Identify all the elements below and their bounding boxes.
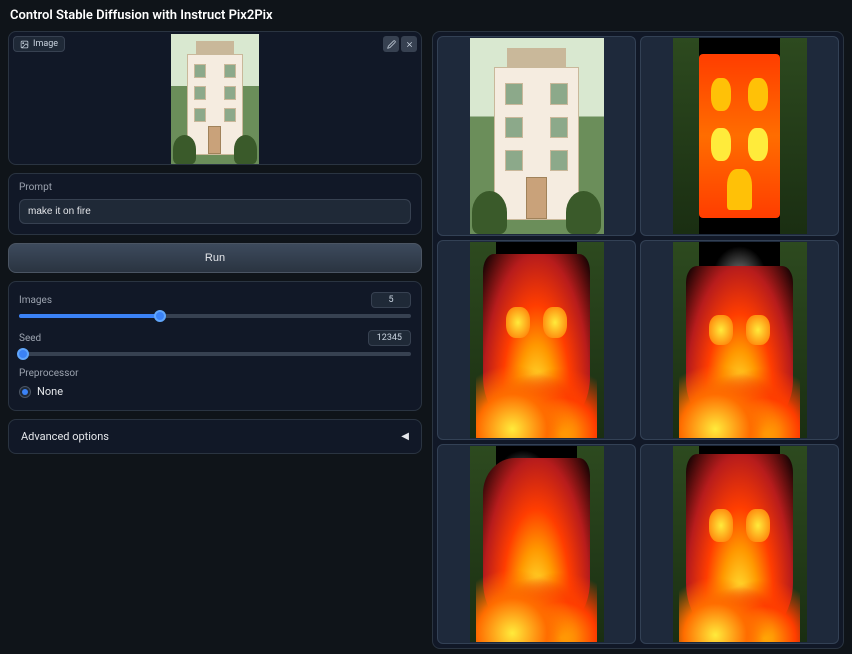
images-slider-group: Images 5 — [19, 292, 411, 318]
seed-slider-group: Seed 12345 — [19, 330, 411, 356]
input-image-preview[interactable] — [171, 34, 259, 164]
gallery-tile[interactable] — [437, 444, 636, 644]
edit-image-button[interactable] — [383, 36, 399, 52]
preprocessor-option-label: None — [37, 385, 63, 398]
prompt-input[interactable] — [19, 199, 411, 224]
gallery-tile[interactable] — [640, 240, 839, 440]
images-label: Images — [19, 295, 52, 306]
seed-value[interactable]: 12345 — [368, 330, 411, 346]
pencil-icon — [387, 40, 396, 49]
prompt-label: Prompt — [19, 182, 411, 193]
close-icon — [405, 40, 414, 49]
preprocessor-group: Preprocessor None — [19, 368, 411, 398]
caret-left-icon: ◀ — [401, 431, 409, 442]
image-upload-label: Image — [13, 36, 65, 52]
seed-label: Seed — [19, 333, 41, 344]
controls-column: Image — [8, 31, 422, 649]
preprocessor-option-none[interactable]: None — [19, 385, 411, 398]
output-gallery — [432, 31, 844, 649]
images-value[interactable]: 5 — [371, 292, 411, 308]
gallery-tile[interactable] — [640, 36, 839, 236]
params-panel: Images 5 Seed 12345 Prepr — [8, 281, 422, 411]
prompt-panel: Prompt — [8, 173, 422, 235]
gallery-tile[interactable] — [437, 36, 636, 236]
gallery-tile[interactable] — [640, 444, 839, 644]
seed-slider[interactable] — [19, 352, 411, 356]
advanced-options-accordion[interactable]: Advanced options ◀ — [8, 419, 422, 454]
image-icon — [20, 40, 29, 49]
images-slider[interactable] — [19, 314, 411, 318]
image-upload-label-text: Image — [33, 39, 58, 49]
advanced-options-label: Advanced options — [21, 430, 109, 443]
preprocessor-label: Preprocessor — [19, 368, 411, 379]
output-column — [432, 31, 844, 649]
radio-icon — [19, 386, 31, 398]
gallery-tile[interactable] — [437, 240, 636, 440]
run-button[interactable]: Run — [8, 243, 422, 273]
image-upload-panel[interactable]: Image — [8, 31, 422, 165]
clear-image-button[interactable] — [401, 36, 417, 52]
page-title: Control Stable Diffusion with Instruct P… — [0, 0, 852, 31]
